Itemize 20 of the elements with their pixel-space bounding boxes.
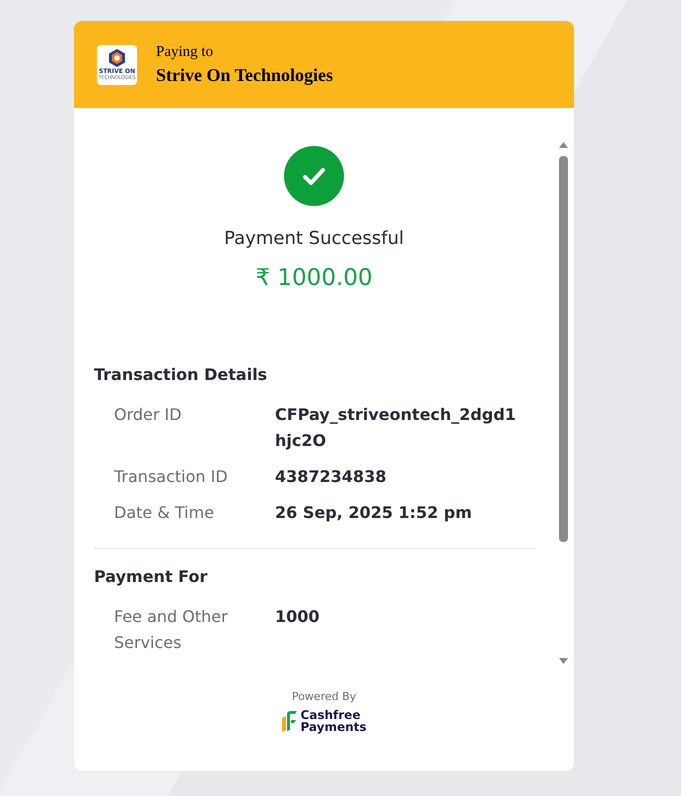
status-title: Payment Successful <box>224 228 404 249</box>
brand-mark-icon <box>281 710 298 732</box>
paying-to-label: Paying to <box>156 44 214 60</box>
section-title: Payment For <box>94 567 208 586</box>
section-title: Transaction Details <box>94 365 268 384</box>
detail-label: Transaction ID <box>114 466 229 488</box>
hexagon-icon <box>108 48 126 68</box>
brand-name: Payments <box>300 721 367 733</box>
detail-label: Date & Time <box>114 502 216 524</box>
detail-label: Order ID <box>114 404 183 426</box>
success-check-icon <box>284 146 344 206</box>
powered-by-label: Powered By <box>292 690 356 703</box>
detail-value: 1000 <box>275 606 321 628</box>
merchant-name: Strive On Technologies <box>156 64 334 86</box>
detail-value: CFPay_striveontech_2dgd1hjc2O <box>275 404 517 452</box>
detail-label: Fee and Other Services <box>114 606 229 654</box>
brand-name: Cashfree <box>300 709 362 721</box>
detail-value: 26 Sep, 2025 1:52 pm <box>275 502 473 524</box>
amount: ₹ 1000.00 <box>255 265 373 291</box>
detail-value: 4387234838 <box>275 466 388 488</box>
